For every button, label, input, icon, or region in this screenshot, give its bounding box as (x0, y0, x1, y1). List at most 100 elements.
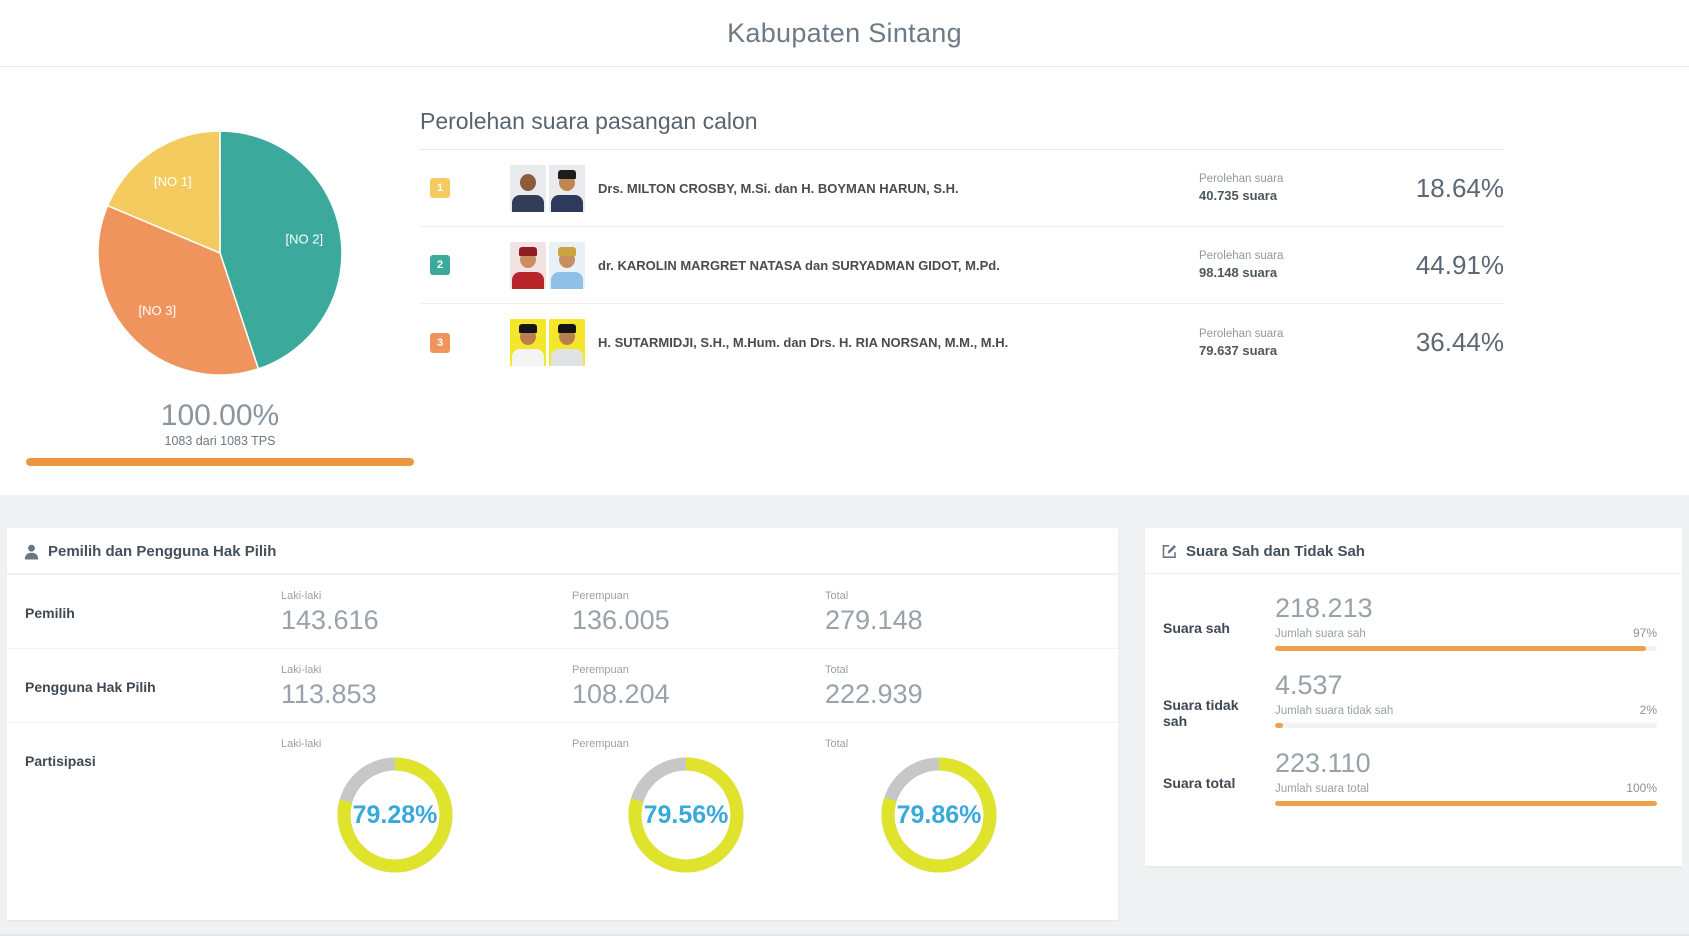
candidate-name: dr. KAROLIN MARGRET NATASA dan SURYADMAN… (598, 257, 1000, 273)
participation-donut-chart: 79.56% (628, 757, 744, 873)
candidate-row: 2 dr. KAROLIN MARGRET NATASA dan SURYADM… (420, 227, 1504, 304)
svg-text:[NO 2]: [NO 2] (286, 231, 324, 246)
row-label: Suara tidak sah (1163, 697, 1239, 729)
tps-progress-fill (26, 458, 414, 466)
participation-cell: Laki-laki 79.28% (281, 723, 572, 918)
candidate-photos (510, 164, 585, 212)
votes-card: Suara Sah dan Tidak Sah Suara sah 218.21… (1145, 528, 1682, 866)
vote-count-value: 79.637 suara (1199, 342, 1278, 358)
candidate-number-badge: 2 (430, 255, 450, 275)
stat-cell: Perempuan 108.204 (572, 649, 825, 722)
candidate-number-badge: 1 (430, 178, 450, 198)
stat-cell-label: Total (825, 738, 849, 750)
votes-progress-track (1275, 646, 1657, 651)
vote-count-value: 40.735 suara (1199, 188, 1278, 203)
votes-row-total: Suara total 223.110 Jumlah suara total 1… (1145, 729, 1682, 806)
votes-row-body: 4.537 Jumlah suara tidak sah 2% (1264, 670, 1657, 729)
stat-cell-label: Laki-laki (281, 738, 322, 750)
votes-row-tidak-sah: Suara tidak sah 4.537 Jumlah suara tidak… (1145, 651, 1682, 729)
votes-sublabel: Jumlah suara total (1275, 783, 1369, 795)
stat-cell-label: Laki-laki (281, 590, 322, 602)
stat-cell: Total 222.939 (825, 649, 1118, 722)
votes-progress-fill (1275, 801, 1657, 806)
participation-cell: Total 79.86% (825, 723, 1118, 918)
voters-row-partisipasi: Partisipasi Laki-laki 79.28% Perempuan 7… (7, 722, 1118, 918)
candidate-name: Drs. MILTON CROSBY, M.Si. dan H. BOYMAN … (598, 180, 959, 196)
svg-text:[NO 1]: [NO 1] (154, 174, 192, 189)
participation-percent: 79.86% (896, 800, 982, 829)
stat-cell: Perempuan 136.005 (572, 575, 825, 648)
row-label: Pengguna Hak Pilih (25, 679, 156, 695)
tps-progress-track (26, 458, 414, 466)
votes-card-title: Suara Sah dan Tidak Sah (1186, 543, 1365, 560)
svg-text:[NO 3]: [NO 3] (139, 303, 177, 318)
votes-percent: 2% (1639, 703, 1657, 717)
candidate-photo (549, 241, 585, 289)
candidate-vote-block: Perolehan suara 79.637 suara (1199, 328, 1389, 358)
candidate-name: H. SUTARMIDJI, S.H., M.Hum. dan Drs. H. … (598, 335, 1009, 350)
candidate-photo (510, 164, 546, 212)
stat-cell-value: 143.616 (281, 605, 379, 635)
votes-progress-fill (1275, 646, 1646, 651)
votes-percent: 97% (1632, 626, 1657, 640)
dashboard-page: Kabupaten Sintang [NO 2] [NO 3] [NO 1] 100… (0, 0, 1689, 936)
vote-count-value: 98.148 suara (1199, 265, 1278, 280)
votes-value: 218.213 (1275, 593, 1373, 623)
vote-share-pie-chart: [NO 2] [NO 3] [NO 1] (97, 130, 343, 376)
votes-progress-track (1275, 723, 1657, 728)
stat-cell: Total 279.148 (825, 575, 1118, 648)
vote-count-label: Perolehan suara (1199, 327, 1284, 340)
row-label: Suara sah (1163, 620, 1230, 636)
votes-row-sah: Suara sah 218.213 Jumlah suara sah 97% (1145, 574, 1682, 651)
stat-cell-label: Perempuan (572, 738, 629, 750)
candidate-photo (549, 164, 585, 212)
user-icon (24, 544, 39, 560)
tps-counted-percent: 100.00% (160, 399, 280, 432)
voters-card: Pemilih dan Pengguna Hak Pilih Pemilih L… (7, 528, 1118, 920)
participation-cell: Perempuan 79.56% (572, 723, 825, 918)
tps-counted-caption: 1083 dari 1083 TPS (164, 434, 276, 448)
voters-row-pemilih: Pemilih Laki-laki 143.616 Perempuan 136.… (7, 574, 1118, 648)
candidates-panel: Perolehan suara pasangan calon 1 Drs. MI… (420, 67, 1504, 381)
candidate-percent: 44.91% (1415, 249, 1504, 280)
votes-row-body: 223.110 Jumlah suara total 100% (1264, 748, 1657, 806)
statistics-section: Pemilih dan Pengguna Hak Pilih Pemilih L… (0, 495, 1689, 936)
voters-card-header: Pemilih dan Pengguna Hak Pilih (7, 528, 1118, 574)
candidates-panel-title: Perolehan suara pasangan calon (420, 67, 1504, 150)
page-title: Kabupaten Sintang (727, 17, 962, 48)
candidate-vote-block: Perolehan suara 40.735 suara (1199, 173, 1389, 203)
candidate-photo (510, 319, 546, 366)
voters-row-pengguna: Pengguna Hak Pilih Laki-laki 113.853 Per… (7, 648, 1118, 722)
voters-card-title: Pemilih dan Pengguna Hak Pilih (48, 543, 277, 560)
participation-percent: 79.28% (352, 800, 438, 829)
stat-cell-label: Laki-laki (281, 664, 322, 676)
stat-cell: Laki-laki 143.616 (281, 575, 572, 648)
votes-sublabel: Jumlah suara sah (1275, 628, 1366, 640)
stat-cell-label: Total (825, 664, 849, 676)
candidate-photo (549, 319, 585, 366)
stat-cell-value: 108.204 (572, 679, 670, 709)
candidate-photos (510, 319, 585, 366)
stat-cell-label: Total (825, 590, 849, 602)
candidate-row: 3 H. SUTARMIDJI, S.H., M.Hum. dan Drs. H… (420, 304, 1504, 381)
candidate-row: 1 Drs. MILTON CROSBY, M.Si. dan H. BOYMA… (420, 150, 1504, 227)
results-section: [NO 2] [NO 3] [NO 1] 100.00% 1083 dari 108… (0, 67, 1689, 495)
row-label: Partisipasi (25, 753, 96, 769)
votes-sublabel: Jumlah suara tidak sah (1275, 705, 1394, 717)
votes-progress-track (1275, 801, 1657, 806)
votes-progress-fill (1275, 723, 1283, 728)
row-label: Suara total (1163, 775, 1236, 791)
votes-percent: 100% (1626, 781, 1657, 795)
votes-row-body: 218.213 Jumlah suara sah 97% (1264, 593, 1657, 651)
stat-cell: Laki-laki 113.853 (281, 649, 572, 722)
votes-value: 4.537 (1275, 670, 1343, 700)
candidate-percent: 36.44% (1415, 327, 1504, 357)
participation-donut-chart: 79.28% (337, 757, 453, 873)
candidate-photos (510, 241, 585, 289)
vote-share-pie-block: [NO 2] [NO 3] [NO 1] 100.00% 1083 dari 108… (0, 67, 440, 466)
vote-count-label: Perolehan suara (1199, 173, 1284, 185)
stat-cell-value: 222.939 (825, 679, 923, 709)
votes-card-header: Suara Sah dan Tidak Sah (1145, 528, 1682, 574)
candidate-number-badge: 3 (430, 332, 450, 353)
vote-count-label: Perolehan suara (1199, 250, 1284, 262)
